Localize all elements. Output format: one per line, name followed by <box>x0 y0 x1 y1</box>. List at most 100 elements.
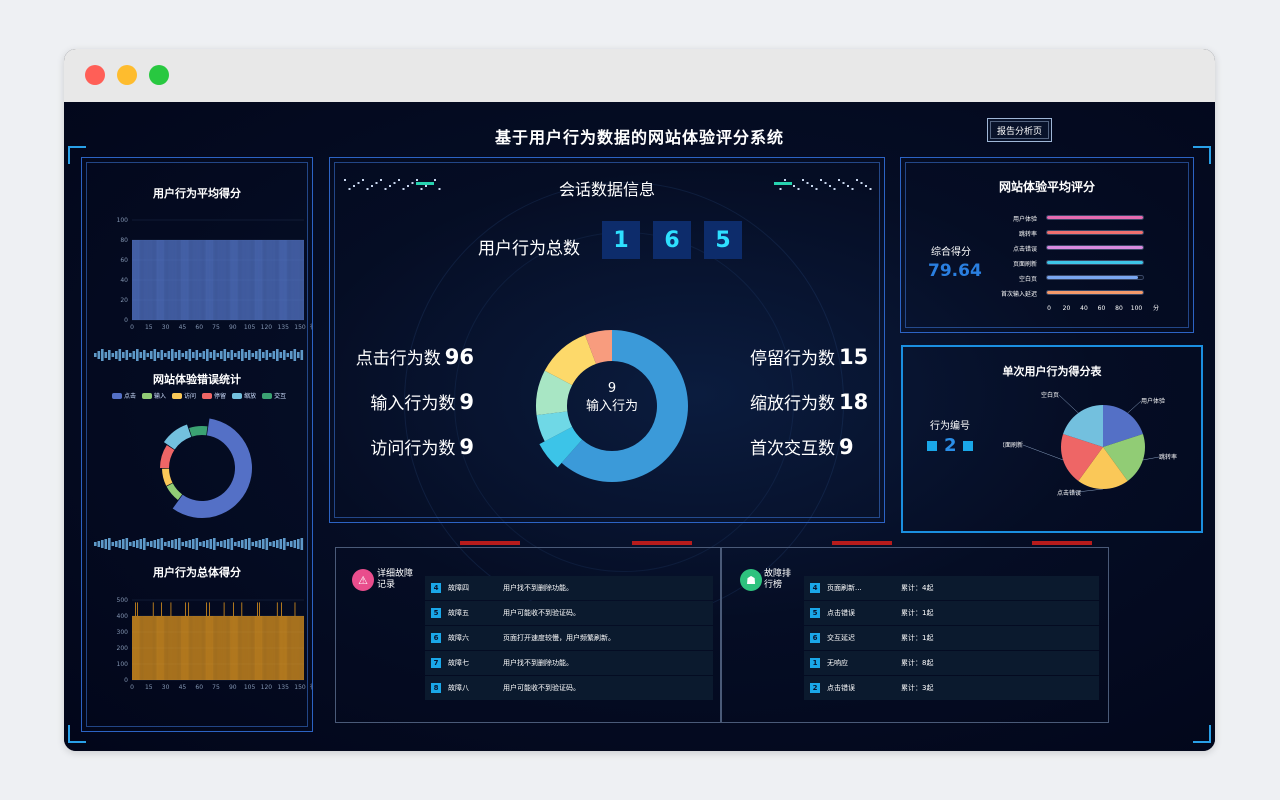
x-unit-label: 行为 <box>310 683 312 691</box>
chart-bar <box>289 616 291 680</box>
chart-bar <box>228 616 230 680</box>
strip-segment <box>97 541 101 547</box>
chart-bar <box>232 240 233 320</box>
fault-desc: 用户可能收不到验证码。 <box>503 609 580 617</box>
chart-bar <box>250 616 252 680</box>
chart-bar <box>294 602 296 680</box>
strip-segment <box>209 539 213 549</box>
chart-bar <box>157 616 158 680</box>
next-id-button[interactable] <box>963 441 973 451</box>
strip-segment <box>132 351 136 359</box>
strip-segment <box>143 350 146 360</box>
chart-bar <box>208 240 209 320</box>
fault-row[interactable]: 5 故障五 用户可能收不到验证码。 <box>425 601 713 625</box>
chart-bar <box>221 240 223 320</box>
fault-name: 故障五 <box>448 609 469 617</box>
strip-segment <box>237 351 241 359</box>
strip-segment <box>157 539 160 549</box>
strip-segment <box>227 352 230 358</box>
close-window-button[interactable] <box>85 65 105 85</box>
chart-bar <box>178 240 180 320</box>
fault-name: 故障六 <box>448 634 469 642</box>
legend-item[interactable]: 输入 <box>142 391 166 400</box>
fault-row[interactable]: 6 故障六 页面打开速度较慢，用户频繁刷新。 <box>425 626 713 650</box>
fault-desc: 页面打开速度较慢，用户频繁刷新。 <box>503 634 615 642</box>
single-score-panel: 单次用户行为得分表 行为编号 2 用户体验跳转率点击错误 页面刷新 空白页 <box>901 345 1203 533</box>
chart-bar <box>234 616 235 680</box>
chart-bar <box>302 240 304 320</box>
chart-bar <box>214 240 216 320</box>
minimize-window-button[interactable] <box>117 65 137 85</box>
strip-segment <box>262 539 265 549</box>
chart-bar <box>212 240 213 320</box>
pie-label: 页面刷新 <box>1003 441 1023 449</box>
chart-bar <box>282 616 283 680</box>
chart-bar <box>158 240 159 320</box>
fault-row[interactable]: 8 故障八 用户可能收不到验证码。 <box>425 676 713 700</box>
legend-item[interactable]: 访问 <box>172 391 196 400</box>
chart-bar <box>275 240 277 320</box>
chart-bar <box>235 616 236 680</box>
strip-segment <box>227 539 230 549</box>
chart-bar <box>207 240 208 320</box>
fault-row[interactable]: 4 故障四 用户找不到删除功能。 <box>425 576 713 600</box>
prev-id-button[interactable] <box>927 441 937 451</box>
legend-item[interactable]: 交互 <box>262 391 286 400</box>
chart-bar <box>185 240 186 320</box>
strip-segment <box>248 350 251 360</box>
chart-bar <box>203 240 205 320</box>
strip-segment <box>153 349 157 361</box>
rank-row[interactable]: 5 点击错误 累计：1起 <box>804 601 1099 625</box>
rank-row[interactable]: 2 点击错误 累计：3起 <box>804 676 1099 700</box>
chart-bar <box>215 240 217 320</box>
single-score-pie-chart: 用户体验跳转率点击错误 页面刷新 空白页 <box>1003 391 1177 497</box>
rank-row[interactable]: 4 页面刷新... 累计：4起 <box>804 576 1099 600</box>
fault-row[interactable]: 7 故障七 用户找不到删除功能。 <box>425 651 713 675</box>
y-tick-label: 20 <box>120 297 128 304</box>
x-unit-label: 行为 <box>310 323 312 331</box>
strip-segment <box>111 542 115 546</box>
rank-row[interactable]: 1 无响应 累计：8起 <box>804 651 1099 675</box>
chart-bar <box>301 240 303 320</box>
error-slice <box>162 468 173 486</box>
chart-bar <box>263 240 265 320</box>
chart-bar <box>170 602 172 680</box>
chart-bar <box>248 616 250 680</box>
stat-click: 点击行为数 96 <box>355 345 474 369</box>
chart-bar <box>217 616 219 680</box>
strip-segment <box>202 351 206 359</box>
pie-leader-line <box>1058 394 1079 414</box>
legend-item[interactable]: 缩放 <box>232 391 256 400</box>
strip-segment <box>118 540 122 548</box>
chart-bar <box>199 616 201 680</box>
app-window: 基于用户行为数据的网站体验评分系统 报告分析页 用户行为平均得分 100 80 60… <box>64 49 1215 751</box>
strip-segment <box>146 542 150 546</box>
chart-bar <box>251 616 253 680</box>
report-analysis-button[interactable]: 报告分析页 <box>987 118 1052 142</box>
chart-bar <box>140 616 142 680</box>
pie-leader-line <box>1022 444 1064 461</box>
y-tick-label: 500 <box>117 597 129 604</box>
row-number: 8 <box>431 683 441 693</box>
chart-bar <box>180 616 182 680</box>
chart-bar <box>300 240 302 320</box>
error-slice <box>189 426 208 437</box>
chart-bar <box>146 240 148 320</box>
chart-bar <box>281 602 282 680</box>
avg-rating-panel: 网站体验平均评分 综合得分 79.64 用户体验 跳转率 点击错误 页面刷新 空白页 首次… <box>900 157 1194 333</box>
strip-segment <box>220 351 223 359</box>
chart-bar <box>203 616 205 680</box>
chart-bar <box>242 616 244 680</box>
chart-bar <box>176 240 178 320</box>
avg-rating-title: 网站体验平均评分 <box>998 180 1095 194</box>
rank-row[interactable]: 6 交互延迟 累计：1起 <box>804 626 1099 650</box>
chart-bar <box>161 240 162 320</box>
legend-item[interactable]: 停留 <box>202 391 226 400</box>
maximize-window-button[interactable] <box>149 65 169 85</box>
chart-bar <box>188 602 190 680</box>
chart-bar <box>187 240 188 320</box>
chart-bar <box>204 240 206 320</box>
chart-bar <box>186 616 187 680</box>
legend-item[interactable]: 点击 <box>112 391 136 400</box>
overall-score-label: 综合得分 <box>931 247 971 258</box>
